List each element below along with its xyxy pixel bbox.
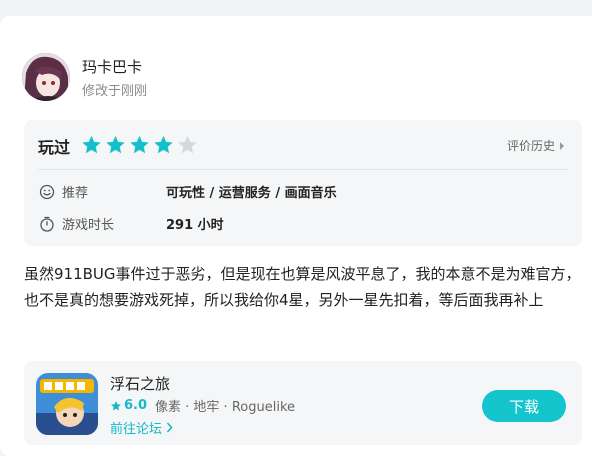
game-cover-image (36, 373, 98, 435)
star-icon (111, 400, 121, 410)
forum-link[interactable]: 前往论坛 (110, 418, 173, 437)
star-rating (80, 134, 199, 156)
username[interactable]: 玛卡巴卡 (82, 56, 142, 77)
chevron-right-icon (166, 422, 173, 433)
playtime-value: 291 小时 (166, 218, 224, 233)
star-filled-icon (104, 134, 127, 156)
rating-history-label: 评价历史 (506, 139, 555, 153)
playtime-label: 游戏时长 (62, 218, 115, 233)
stopwatch-icon (38, 215, 56, 233)
game-tags: 像素 · 地牢 · Roguelike (155, 400, 296, 415)
recommend-value: 可玩性 / 运营服务 / 画面音乐 (166, 186, 337, 201)
game-card[interactable]: 浮石之旅 6.0 像素 · 地牢 · Roguelike 前往论坛 下载 (24, 361, 582, 445)
star-empty-icon (176, 134, 199, 156)
avatar-image (22, 53, 70, 101)
user-avatar[interactable] (22, 53, 70, 101)
recommend-row: 推荐 可玩性 / 运营服务 / 画面音乐 (38, 182, 337, 201)
star-filled-icon (80, 134, 103, 156)
edited-time: 修改于刚刚 (82, 84, 148, 99)
chevron-right-icon (560, 141, 564, 150)
recommend-label: 推荐 (62, 186, 89, 201)
review-card: 玛卡巴卡 修改于刚刚 玩过 评价历史 推荐 可玩性 / 运营服务 / 画面音乐 (0, 16, 592, 456)
game-score: 6.0 (124, 398, 148, 413)
download-button[interactable]: 下载 (482, 390, 566, 422)
play-status: 玩过 (38, 138, 71, 157)
smile-icon (38, 183, 56, 201)
game-icon[interactable] (36, 373, 98, 435)
game-meta: 6.0 像素 · 地牢 · Roguelike (110, 396, 295, 415)
divider (38, 169, 568, 170)
rating-panel: 玩过 评价历史 推荐 可玩性 / 运营服务 / 画面音乐 游戏时长 291 小时 (24, 120, 582, 246)
star-filled-icon (128, 134, 151, 156)
rating-history-link[interactable]: 评价历史 (507, 137, 566, 154)
star-filled-icon (152, 134, 175, 156)
forum-link-label: 前往论坛 (110, 422, 163, 437)
review-text: 虽然911BUG事件过于恶劣，但是现在也算是风波平息了，我的本意不是为难官方，也… (24, 265, 581, 309)
game-title[interactable]: 浮石之旅 (110, 373, 170, 394)
playtime-row: 游戏时长 291 小时 (38, 214, 224, 233)
